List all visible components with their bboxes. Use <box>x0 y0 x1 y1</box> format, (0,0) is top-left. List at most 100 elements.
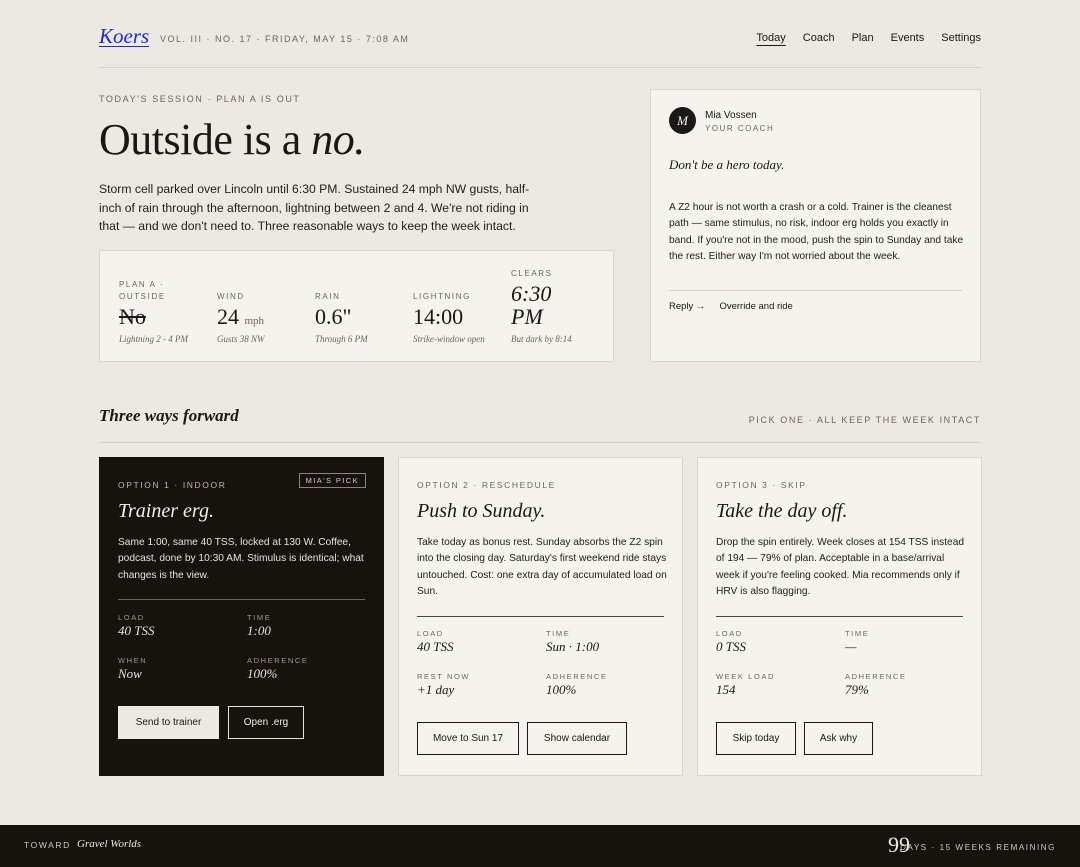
nav-coach[interactable]: Coach <box>803 32 835 44</box>
page-title: Outside is a no. <box>99 114 365 166</box>
stat-label: PLAN A · OUTSIDE <box>119 280 166 301</box>
ask-why-button[interactable]: Ask why <box>804 722 873 755</box>
metric-value: Sun · 1:00 <box>546 639 600 654</box>
nav-events[interactable]: Events <box>891 32 925 44</box>
metric-value: 40 TSS <box>118 623 155 638</box>
stat-label: RAIN <box>315 292 341 301</box>
stat-label: WIND <box>217 292 245 301</box>
option-title: Push to Sunday. <box>417 500 546 522</box>
stat-value: 0.6" <box>315 304 352 329</box>
metric-label: LOAD <box>716 629 743 638</box>
metric-value: 79% <box>845 682 869 697</box>
nav-plan[interactable]: Plan <box>852 32 874 44</box>
stat-sub: Strike-window open <box>413 334 485 344</box>
option-description: Take today as bonus rest. Sunday absorbs… <box>417 537 667 598</box>
metric-value: Now <box>118 666 142 681</box>
divider <box>669 290 962 291</box>
stat-clears: CLEARS 6:30 PM But dark by 8:14 <box>511 251 601 361</box>
stat-wind: WIND 24 mph Gusts 38 NW <box>217 251 307 361</box>
stat-sub: But dark by 8:14 <box>511 334 572 344</box>
title-emphasis: no. <box>311 115 365 164</box>
divider <box>99 442 981 443</box>
stat-label: LIGHTNING <box>413 292 471 301</box>
option-card-reschedule: OPTION 2 · RESCHEDULE Push to Sunday. Ta… <box>398 457 683 776</box>
title-main: Outside is a <box>99 115 312 164</box>
coach-message: A Z2 hour is not worth a crash or a cold… <box>669 202 964 263</box>
metric-label: LOAD <box>118 613 145 622</box>
section-note: PICK ONE · ALL KEEP THE WEEK INTACT <box>748 415 981 425</box>
metric-value: 100% <box>247 666 278 681</box>
goal-event-name: Gravel Worlds <box>77 838 142 850</box>
conditions-panel: PLAN A · OUTSIDE No Lightning 2 - 4 PM W… <box>99 250 614 362</box>
coach-pick-badge: MIA'S PICK <box>298 473 366 488</box>
remaining-label: DAYS · 15 WEEKS REMAINING <box>900 843 1056 852</box>
skip-today-button[interactable]: Skip today <box>716 722 796 755</box>
move-to-sunday-button[interactable]: Move to Sun 17 <box>417 722 519 755</box>
coach-name: Mia Vossen <box>705 110 757 121</box>
top-header: Koers VOL. III · NO. 17 · FRIDAY, MAY 15… <box>99 24 981 68</box>
option-title: Take the day off. <box>716 500 848 522</box>
option-tag: OPTION 3 · SKIP <box>716 480 807 490</box>
option-description: Same 1:00, same 40 TSS, locked at 130 W.… <box>118 537 364 581</box>
nav-settings[interactable]: Settings <box>941 32 981 44</box>
app-logo[interactable]: Koers <box>99 24 149 49</box>
reply-link[interactable]: Reply → <box>669 301 705 312</box>
metric-label: ADHERENCE <box>546 672 608 681</box>
stat-plan-a: PLAN A · OUTSIDE No Lightning 2 - 4 PM <box>119 251 209 361</box>
metric-value: 1:00 <box>247 623 271 638</box>
metric-label: TIME <box>845 629 870 638</box>
metric-value: — <box>845 639 857 654</box>
issue-line: VOL. III · NO. 17 · FRIDAY, MAY 15 · 7:0… <box>160 34 410 44</box>
metric-label: REST NOW <box>417 672 471 681</box>
metric-value: 154 <box>716 682 736 697</box>
metric-label: WHEN <box>118 656 148 665</box>
metric-label: ADHERENCE <box>845 672 907 681</box>
option-title: Trainer erg. <box>118 500 214 522</box>
section-title: Three ways forward <box>99 406 239 425</box>
metric-label: TIME <box>247 613 272 622</box>
wind-unit: mph <box>244 315 265 327</box>
stat-sub: Through 6 PM <box>315 334 368 344</box>
option-card-skip: OPTION 3 · SKIP Take the day off. Drop t… <box>697 457 982 776</box>
stat-sub: Lightning 2 - 4 PM <box>119 334 188 344</box>
stat-rain: RAIN 0.6" Through 6 PM <box>315 251 405 361</box>
stat-value: 24 mph <box>217 305 264 333</box>
override-link[interactable]: Override and ride <box>719 301 792 312</box>
show-calendar-button[interactable]: Show calendar <box>527 722 627 755</box>
metric-value: +1 day <box>417 682 455 697</box>
metric-value: 0 TSS <box>716 639 746 654</box>
nav-today[interactable]: Today <box>756 32 785 44</box>
option-tag: OPTION 1 · INDOOR <box>118 480 227 490</box>
stat-value: 14:00 <box>413 304 464 329</box>
stat-lightning: LIGHTNING 14:00 Strike-window open <box>413 251 503 361</box>
stat-value: No <box>119 304 146 329</box>
divider <box>118 599 365 600</box>
metric-label: TIME <box>546 629 571 638</box>
metric-value: 40 TSS <box>417 639 454 654</box>
wind-value: 24 <box>217 304 239 329</box>
divider <box>417 616 664 617</box>
option-description: Drop the spin entirely. Week closes at 1… <box>716 537 965 598</box>
coach-card: M Mia Vossen YOUR COACH Don't be a hero … <box>650 89 981 362</box>
send-to-trainer-button[interactable]: Send to trainer <box>118 706 219 739</box>
avatar: M <box>669 107 696 134</box>
option-card-indoor: OPTION 1 · INDOOR MIA'S PICK Trainer erg… <box>99 457 384 776</box>
coach-quote: Don't be a hero today. <box>669 157 785 172</box>
metric-value: 100% <box>546 682 577 697</box>
stat-label: CLEARS <box>511 269 553 278</box>
metric-label: ADHERENCE <box>247 656 309 665</box>
footer-toward-label: TOWARD <box>24 840 71 850</box>
stat-value: 6:30 PM <box>511 281 552 329</box>
divider <box>716 616 963 617</box>
metric-label: LOAD <box>417 629 444 638</box>
open-erg-button[interactable]: Open .erg <box>228 706 304 739</box>
hero-description: Storm cell parked over Lincoln until 6:3… <box>99 182 530 233</box>
main-nav: Today Coach Plan Events Settings <box>756 32 981 44</box>
session-eyebrow: TODAY'S SESSION · PLAN A IS OUT <box>99 94 301 104</box>
option-tag: OPTION 2 · RESCHEDULE <box>417 480 556 490</box>
coach-actions: Reply → Override and ride <box>669 301 793 312</box>
coach-role: YOUR COACH <box>705 124 775 133</box>
metric-label: WEEK LOAD <box>716 672 775 681</box>
footer-bar: TOWARD Gravel Worlds 99 DAYS · 15 WEEKS … <box>0 825 1080 867</box>
stat-sub: Gusts 38 NW <box>217 334 265 344</box>
